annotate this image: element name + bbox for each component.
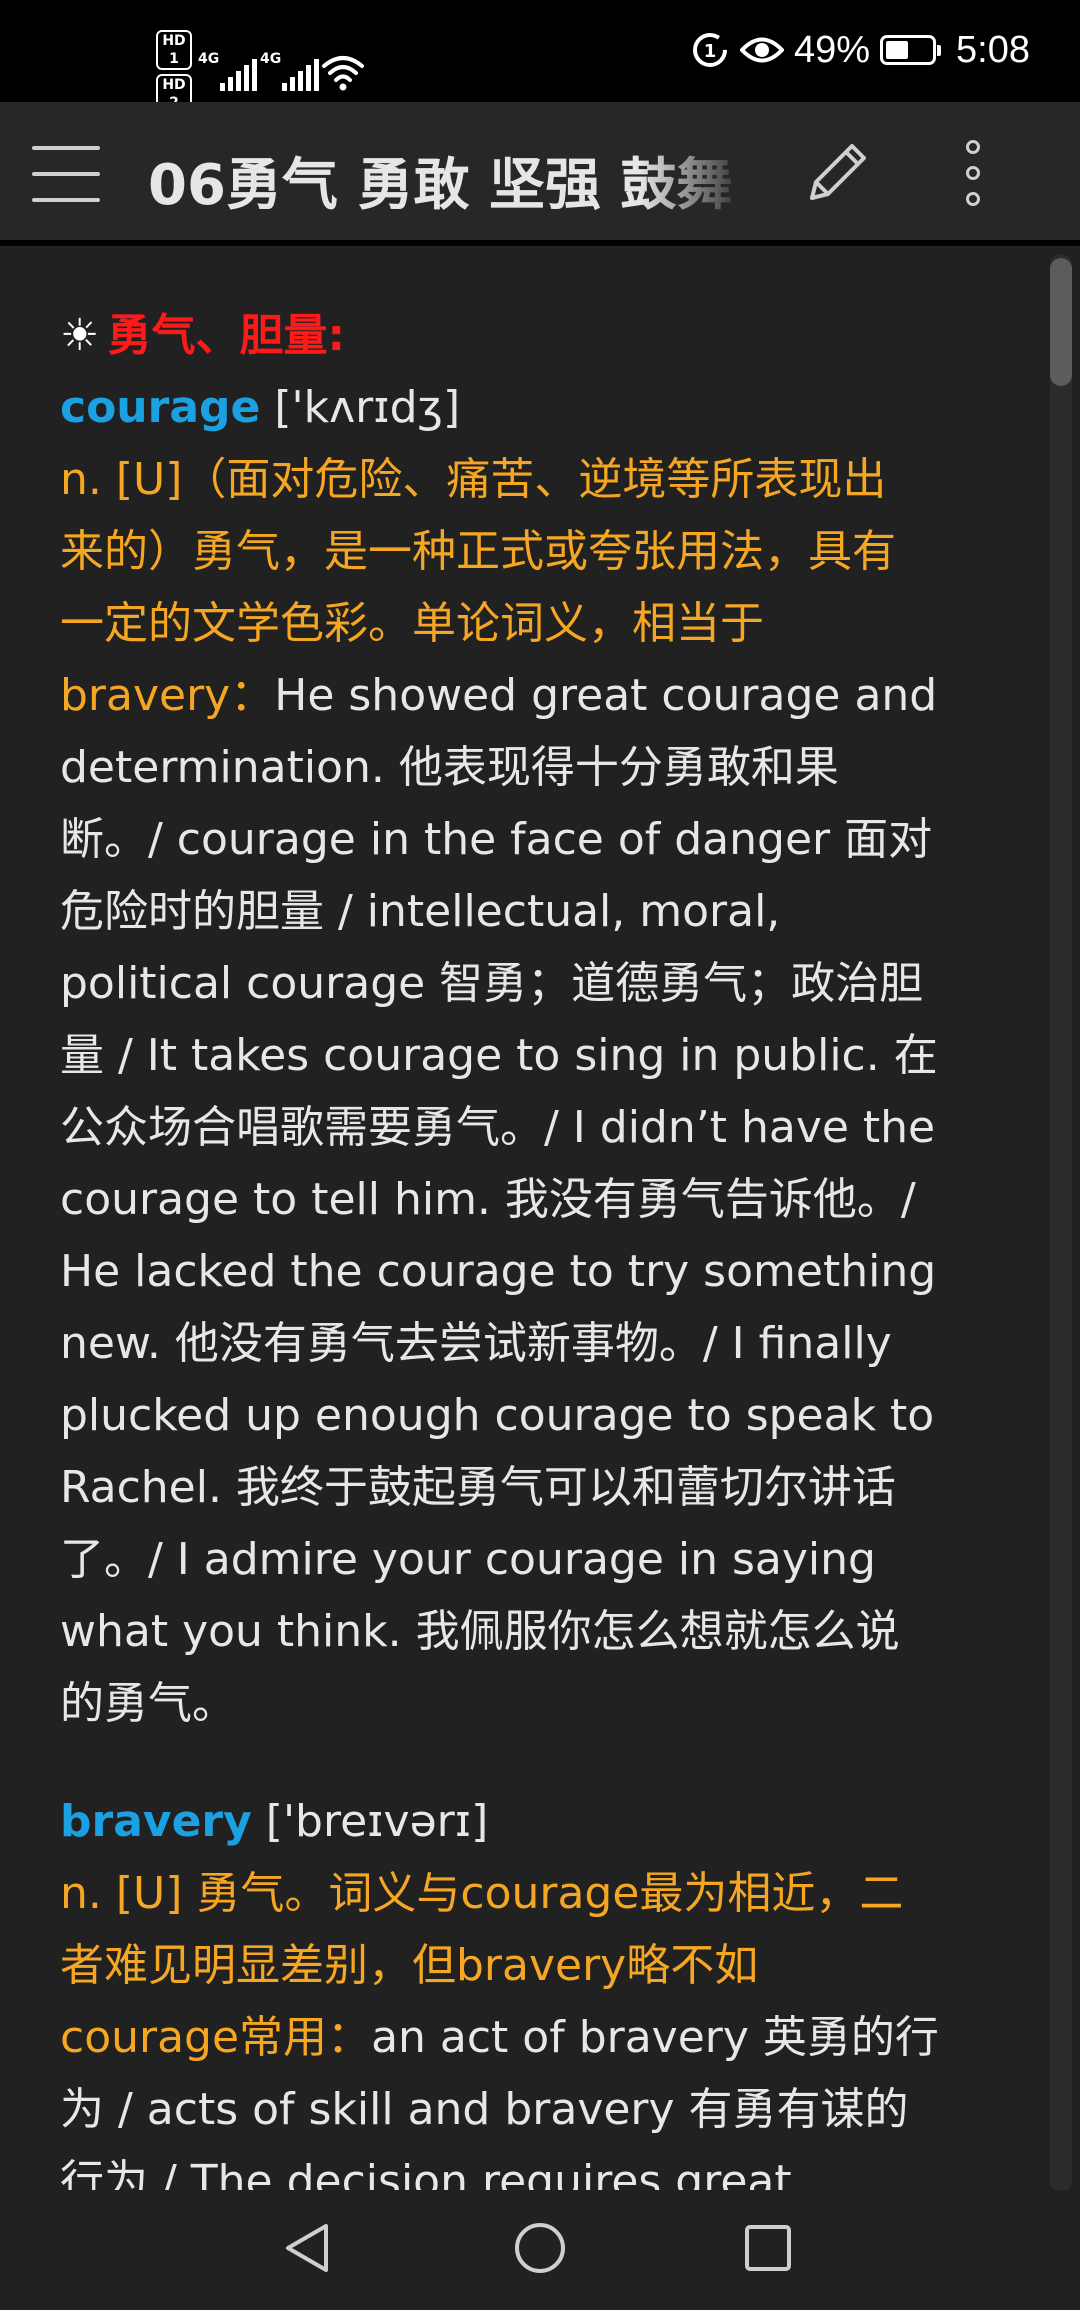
data-saver-icon: 1 (692, 33, 727, 67)
example-text: an act of bravery 英勇的行 (371, 2012, 939, 2063)
example-line: what you think. 我佩服你怎么想就怎么说 (60, 1606, 900, 1657)
signal-icon: 4G (260, 49, 319, 95)
hamburger-icon[interactable] (32, 146, 100, 202)
app-bar: 06勇气 勇敢 坚强 鼓舞 (0, 102, 1080, 246)
navigation-bar (0, 2190, 1080, 2310)
entry-header: bravery ['breɪvərɪ] (60, 1786, 990, 1858)
clock: 5:08 (956, 29, 1030, 71)
example-line: determination. 他表现得十分勇敢和果 (60, 742, 839, 793)
wifi-icon (322, 56, 364, 91)
definition-line: courage常用：an act of bravery 英勇的行 (60, 2002, 990, 2074)
recents-square-icon[interactable] (732, 2212, 804, 2284)
network-type: 4G (260, 51, 282, 67)
sim1-label: HD 1 (156, 30, 192, 70)
example-line: 公众场合唱歌需要勇气。/ I didn’t have the (60, 1102, 936, 1153)
definition-tail: courage常用： (60, 2012, 372, 2063)
battery-percent: 49% (793, 29, 871, 71)
example-line: 为 / acts of skill and bravery 有勇有谋的 (60, 2084, 909, 2135)
example-line: 的勇气。 (60, 1678, 236, 1729)
definition-content[interactable]: ☀ 勇气、胆量: courage ['kʌrɪdʒ] n. [U]（面对危险、痛苦… (0, 246, 1080, 2190)
status-bar: HD 1 HD 2 4G 4G 1 49% (0, 0, 1080, 114)
section-heading: ☀ 勇气、胆量: (60, 300, 990, 372)
example-line: political courage 智勇；道德勇气；政治胆 (60, 958, 924, 1009)
battery-icon (880, 35, 942, 65)
example-line: plucked up enough courage to speak to (60, 1390, 935, 1441)
svg-text:1: 1 (704, 41, 717, 62)
battery-fill (886, 41, 909, 59)
headword[interactable]: courage (60, 382, 260, 433)
example-line: 断。/ courage in the face of danger 面对 (60, 814, 933, 865)
section-heading-text: 勇气、胆量: (107, 310, 346, 361)
example-line: Rachel. 我终于鼓起勇气可以和蕾切尔讲话 (60, 1462, 896, 1513)
definition-line: n. [U] 勇气。词义与courage最为相近，二 (60, 1868, 904, 1919)
pronunciation: ['kʌrɪdʒ] (274, 382, 461, 433)
example-line: courage to tell him. 我没有勇气告诉他。/ (60, 1174, 916, 1225)
definition-line: bravery：He showed great courage and (60, 660, 990, 732)
network-type: 4G (198, 51, 220, 67)
example-line: 行为 / The decision requires great (60, 2156, 792, 2190)
pronunciation: ['breɪvərɪ] (265, 1796, 489, 1847)
home-circle-icon[interactable] (504, 2212, 576, 2284)
example-line: new. 他没有勇气去尝试新事物。/ I finally (60, 1318, 892, 1369)
definition-line: 来的）勇气，是一种正式或夸张用法，具有 (60, 526, 896, 577)
definition-line: 一定的文学色彩。单论词义，相当于 (60, 598, 764, 649)
scroll-thumb[interactable] (1050, 258, 1072, 386)
headword[interactable]: bravery (60, 1796, 252, 1847)
definition-line: 者难见明显差别，但bravery略不如 (60, 1940, 759, 1991)
back-triangle-icon[interactable] (272, 2212, 344, 2284)
sun-icon: ☀ (60, 310, 100, 361)
scrollbar[interactable] (1050, 254, 1072, 2192)
example-text: He showed great courage and (274, 670, 938, 721)
definition-line: n. [U]（面对危险、痛苦、逆境等所表现出 (60, 454, 887, 505)
example-line: He lacked the courage to try something (60, 1246, 937, 1297)
definition-tail: bravery： (60, 670, 275, 721)
entry-header: courage ['kʌrɪdʒ] (60, 372, 990, 444)
example-line: 了。/ I admire your courage in saying (60, 1534, 876, 1585)
eye-comfort-icon (739, 37, 784, 63)
signal-icon: 4G (198, 49, 257, 95)
page-title: 06勇气 勇敢 坚强 鼓舞 (148, 153, 733, 210)
more-vert-icon[interactable] (948, 140, 1006, 210)
pencil-icon[interactable] (800, 136, 874, 210)
example-line: 危险时的胆量 / intellectual, moral, (60, 886, 781, 937)
example-line: 量 / It takes courage to sing in public. … (60, 1030, 938, 1081)
